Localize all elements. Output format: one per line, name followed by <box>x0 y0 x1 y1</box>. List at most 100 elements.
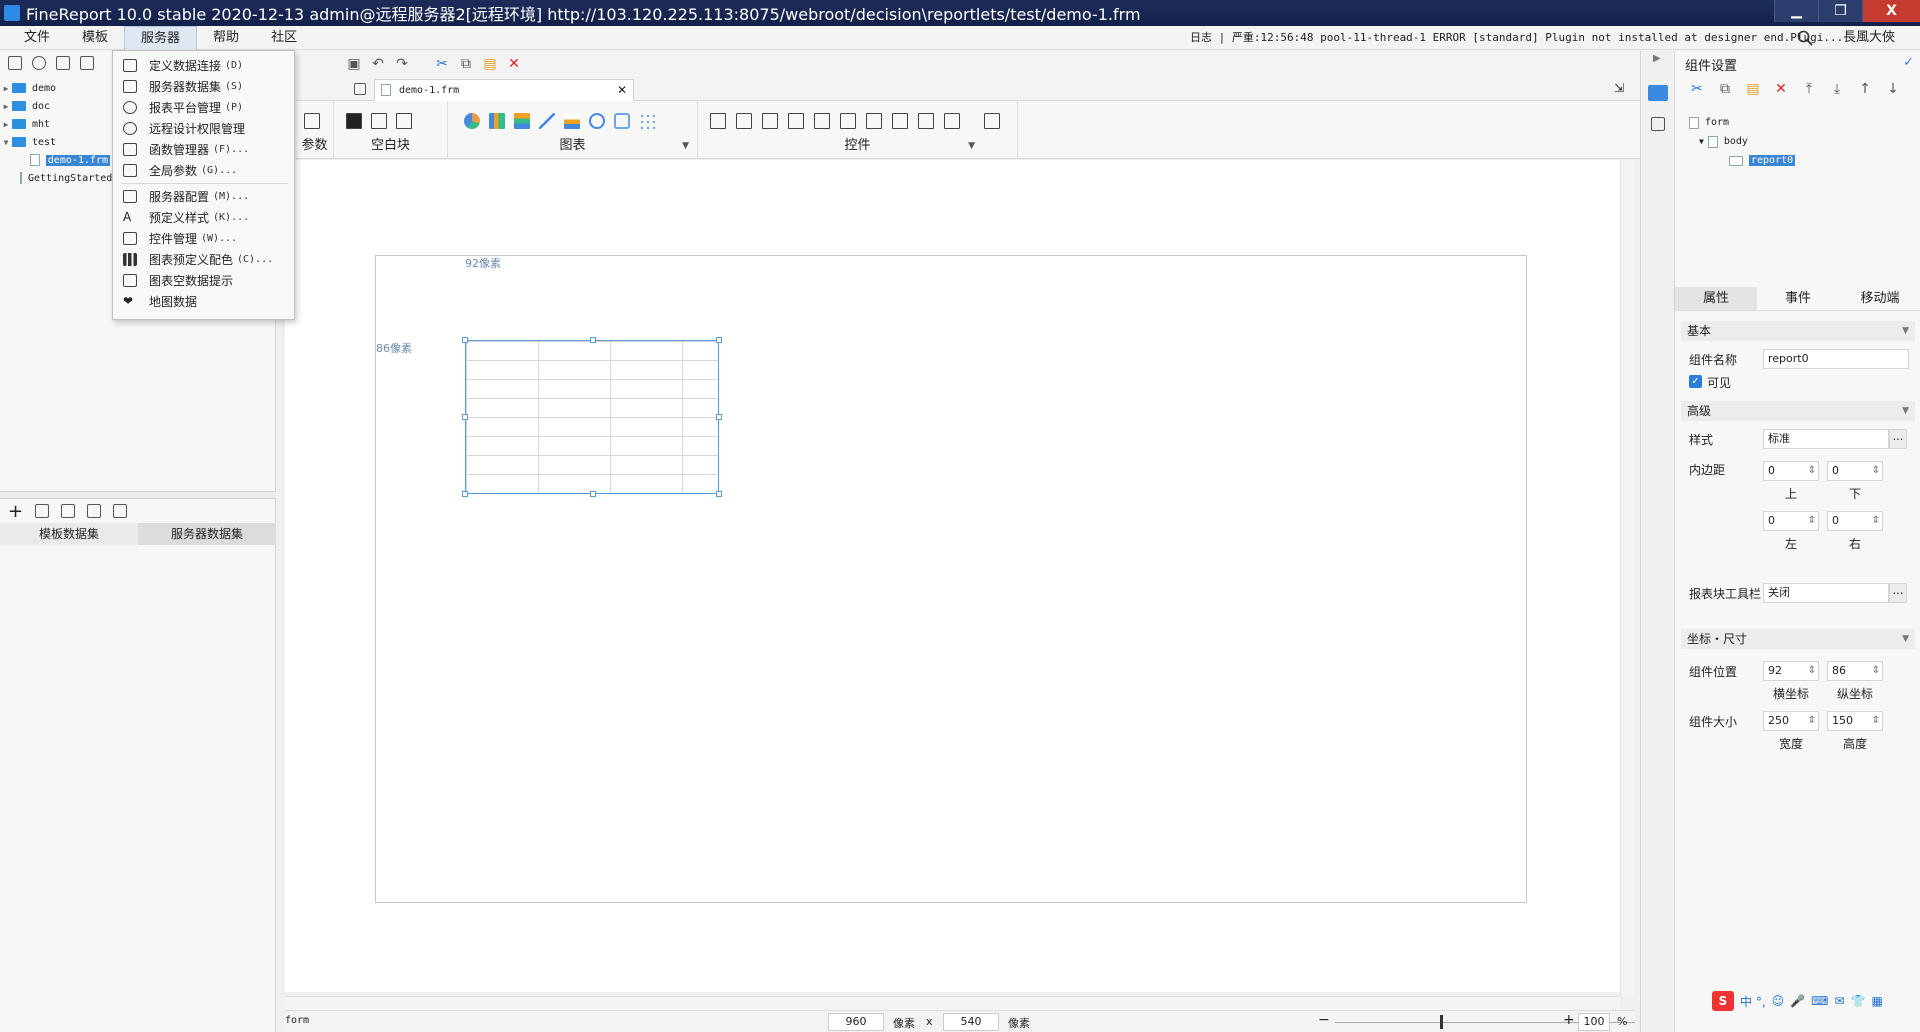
grid-icon[interactable] <box>354 83 366 95</box>
move-up-icon[interactable]: ↑ <box>1857 81 1873 97</box>
canvas-width-input[interactable]: 960 <box>828 1013 884 1031</box>
document-tab[interactable]: demo-1.frm ✕ <box>374 79 634 101</box>
panel-splitter[interactable] <box>0 491 276 499</box>
sogou-ime-icon[interactable]: S <box>1712 991 1734 1011</box>
minimize-button[interactable]: ▁ <box>1774 0 1818 22</box>
section-basic[interactable]: 基本 ▼ <box>1681 321 1915 341</box>
absolute-layout-icon[interactable] <box>396 113 412 129</box>
tree-node-demo-1[interactable]: demo-1.frm <box>0 151 110 169</box>
move-top-icon[interactable]: ⤒ <box>1801 81 1817 97</box>
undo-icon[interactable]: ↶ <box>370 56 386 72</box>
refresh-icon[interactable] <box>32 56 46 70</box>
copy-icon[interactable]: ⧉ <box>458 56 474 72</box>
trash-icon[interactable] <box>61 504 76 518</box>
dataset-settings-icon[interactable] <box>113 504 128 518</box>
resize-handle[interactable] <box>462 337 468 343</box>
report-block-icon[interactable] <box>346 113 362 129</box>
menu-item-platform-manage[interactable]: 报表平台管理 (P) <box>113 97 294 118</box>
tools-icon[interactable]: ✉ <box>1834 994 1844 1008</box>
menu-item-map-data[interactable]: ❤ 地图数据 <box>113 291 294 312</box>
resize-handle[interactable] <box>462 414 468 420</box>
menu-item-chart-empty-hint[interactable]: 图表空数据提示 <box>113 270 294 291</box>
menu-item-define-connection[interactable]: 定义数据连接 (D) <box>113 55 294 76</box>
menu-item-remote-permission[interactable]: 远程设计权限管理 <box>113 118 294 139</box>
visible-checkbox[interactable]: ✓ <box>1689 375 1702 388</box>
report0-block[interactable] <box>462 337 722 497</box>
height-input[interactable]: 150 <box>1827 711 1883 731</box>
component-name-input[interactable]: report0 <box>1763 349 1909 369</box>
keyboard-icon[interactable]: ⌨ <box>1811 994 1828 1008</box>
resize-handle[interactable] <box>716 337 722 343</box>
radar-chart-icon[interactable] <box>614 113 630 129</box>
chart-more-icon[interactable]: ▼ <box>682 141 689 151</box>
tree-form[interactable]: form <box>1689 113 1795 132</box>
tree-node-gettingstarted[interactable]: GettingStarted <box>0 169 112 187</box>
widget-more-icon[interactable]: ▼ <box>968 141 975 151</box>
close-button[interactable]: X <box>1862 0 1920 22</box>
widget-settings-icon[interactable] <box>1648 85 1668 101</box>
tab-mobile[interactable]: 移动端 <box>1839 287 1920 310</box>
cut-icon[interactable]: ✂ <box>434 56 450 72</box>
canvas-height-input[interactable]: 540 <box>943 1013 999 1031</box>
user-name[interactable]: 長風大俠 <box>1843 26 1895 50</box>
position-y-input[interactable]: 86 <box>1827 661 1883 681</box>
resize-handle[interactable] <box>716 414 722 420</box>
toolbar-more-button[interactable]: … <box>1889 583 1907 603</box>
tree-node-demo[interactable]: ▶ demo <box>0 79 110 97</box>
area-chart-icon[interactable] <box>564 113 580 129</box>
bar-chart-icon[interactable] <box>489 113 505 129</box>
section-advanced[interactable]: 高级 ▼ <box>1681 401 1915 421</box>
date-widget-icon[interactable] <box>814 113 830 129</box>
search-icon[interactable] <box>1797 30 1813 46</box>
text-widget-icon[interactable] <box>762 113 778 129</box>
button-widget-icon[interactable] <box>736 113 752 129</box>
line-chart-icon[interactable] <box>539 113 555 129</box>
log-message[interactable]: 日志 | 严重:12:56:48 pool-11-thread-1 ERROR … <box>1190 26 1843 50</box>
resize-handle[interactable] <box>590 337 596 343</box>
horizontal-scrollbar[interactable] <box>285 996 1620 1010</box>
resize-handle[interactable] <box>462 491 468 497</box>
delete-icon[interactable] <box>80 56 94 70</box>
zoom-in-button[interactable]: + <box>1563 1012 1575 1028</box>
menu-item-server-config[interactable]: 服务器配置 (M)... <box>113 186 294 207</box>
collapse-arrow-icon[interactable]: ▶ <box>1653 53 1661 64</box>
tree-report0[interactable]: report0 <box>1689 151 1796 170</box>
tree-body[interactable]: ▼ body <box>1689 132 1795 151</box>
position-x-input[interactable]: 92 <box>1763 661 1819 681</box>
radio-widget-icon[interactable] <box>918 113 934 129</box>
vertical-scrollbar[interactable] <box>1620 160 1634 996</box>
checkbox-widget-icon[interactable] <box>944 113 960 129</box>
tab-template-dataset[interactable]: 模板数据集 <box>0 523 138 545</box>
menu-community[interactable]: 社区 <box>255 26 313 50</box>
label-widget-icon[interactable] <box>710 113 726 129</box>
image-widget-icon[interactable] <box>984 113 1000 129</box>
padding-right-input[interactable]: 0 <box>1827 511 1883 531</box>
ime-mode-text[interactable]: 中 °, <box>1740 993 1766 1010</box>
menu-item-function-manager[interactable]: 函数管理器 (F)... <box>113 139 294 160</box>
tree-node-mht[interactable]: ▶ mht <box>0 115 110 133</box>
widget-library-icon[interactable] <box>1651 117 1665 131</box>
tab-properties[interactable]: 属性 <box>1675 287 1757 310</box>
add-dataset-icon[interactable]: + <box>8 501 23 522</box>
gauge-chart-icon[interactable] <box>589 113 605 129</box>
number-widget-icon[interactable] <box>866 113 882 129</box>
style-more-button[interactable]: … <box>1889 429 1907 449</box>
locate-icon[interactable] <box>56 56 70 70</box>
tab-layout-icon[interactable] <box>371 113 387 129</box>
menu-server[interactable]: 服务器 <box>124 25 198 50</box>
combo-widget-icon[interactable] <box>788 113 804 129</box>
tab-events[interactable]: 事件 <box>1757 287 1839 310</box>
move-bottom-icon[interactable]: ⤓ <box>1829 81 1845 97</box>
padding-left-input[interactable]: 0 <box>1763 511 1819 531</box>
tab-list-icon[interactable]: ⇲ <box>1614 81 1624 95</box>
redo-icon[interactable]: ↷ <box>394 56 410 72</box>
menu-file[interactable]: 文件 <box>8 26 66 50</box>
table-widget-icon[interactable] <box>840 113 856 129</box>
cut-icon[interactable]: ✂ <box>1689 81 1705 97</box>
save-icon[interactable]: ▣ <box>346 56 362 72</box>
menu-item-server-dataset[interactable]: 服务器数据集 (S) <box>113 76 294 97</box>
padding-top-input[interactable]: 0 <box>1763 461 1819 481</box>
new-folder-icon[interactable] <box>8 56 22 70</box>
tab-server-dataset[interactable]: 服务器数据集 <box>138 523 276 545</box>
menu-help[interactable]: 帮助 <box>197 26 255 50</box>
